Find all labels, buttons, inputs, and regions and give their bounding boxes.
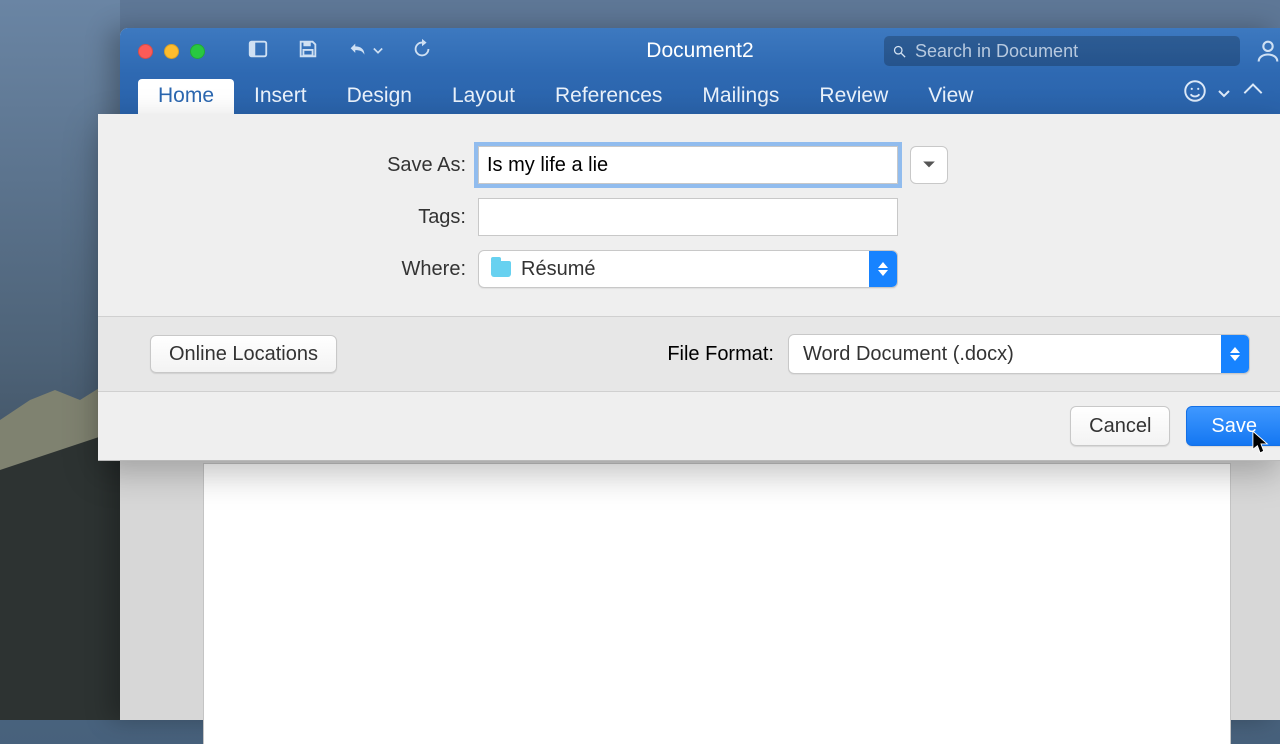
chevron-down-icon (922, 158, 936, 172)
sidebar-toggle-icon[interactable] (247, 38, 269, 65)
tab-home[interactable]: Home (138, 79, 234, 114)
search-icon (892, 44, 907, 59)
file-format-label: File Format: (667, 343, 774, 366)
save-as-input[interactable] (478, 146, 898, 184)
tab-layout[interactable]: Layout (432, 79, 535, 114)
minimize-window-button[interactable] (164, 44, 179, 59)
tab-design[interactable]: Design (327, 79, 432, 114)
collapse-ribbon-icon[interactable] (1240, 78, 1266, 109)
file-format-stepper[interactable] (1221, 335, 1249, 373)
expand-dialog-button[interactable] (910, 146, 948, 184)
zoom-window-button[interactable] (190, 44, 205, 59)
close-window-button[interactable] (138, 44, 153, 59)
file-format-value: Word Document (.docx) (789, 343, 1221, 366)
search-input[interactable]: Search in Document (884, 36, 1240, 66)
tab-insert[interactable]: Insert (234, 79, 327, 114)
dialog-footer: Cancel Save (1070, 406, 1280, 446)
tab-view[interactable]: View (908, 79, 993, 114)
title-bar: Document2 Search in Document (120, 28, 1280, 74)
tab-references[interactable]: References (535, 79, 682, 114)
folder-icon (491, 261, 511, 277)
undo-button[interactable] (347, 40, 383, 62)
tags-input[interactable] (478, 198, 898, 236)
file-format-select[interactable]: Word Document (.docx) (788, 334, 1250, 374)
save-icon[interactable] (297, 38, 319, 65)
document-page[interactable] (204, 464, 1230, 744)
cancel-button[interactable]: Cancel (1070, 406, 1170, 446)
repeat-icon[interactable] (411, 38, 433, 65)
save-button[interactable]: Save (1186, 406, 1280, 446)
where-stepper[interactable] (869, 251, 897, 287)
tab-mailings[interactable]: Mailings (682, 79, 799, 114)
where-select[interactable]: Résumé (478, 250, 898, 288)
tab-review[interactable]: Review (799, 79, 908, 114)
chevron-down-icon[interactable] (1218, 88, 1230, 100)
save-as-label: Save As: (98, 154, 478, 177)
emoji-icon[interactable] (1182, 78, 1208, 109)
save-dialog: Save As: Tags: Where: Résumé (98, 114, 1280, 461)
window-controls (120, 44, 205, 59)
online-locations-button[interactable]: Online Locations (150, 335, 337, 373)
word-window: Document2 Search in Document Home Insert… (120, 28, 1280, 720)
where-value: Résumé (521, 258, 869, 281)
search-placeholder: Search in Document (915, 41, 1078, 62)
where-label: Where: (98, 258, 478, 281)
lower-bar: Online Locations File Format: Word Docum… (98, 316, 1280, 392)
ribbon-tabs: Home Insert Design Layout References Mai… (120, 74, 1280, 114)
tags-label: Tags: (98, 206, 478, 229)
account-icon[interactable] (1254, 37, 1280, 65)
